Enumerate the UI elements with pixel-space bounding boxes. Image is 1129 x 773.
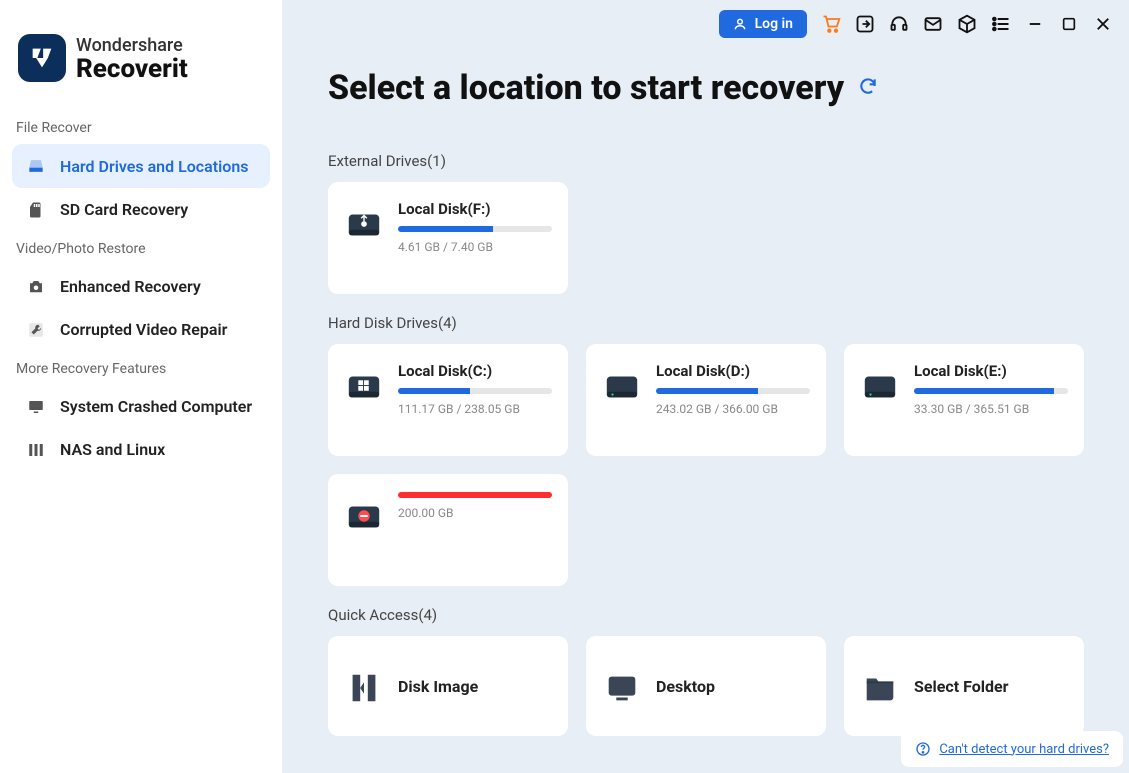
quick-title: Select Folder bbox=[914, 677, 1068, 696]
drive-title: Local Disk(C:) bbox=[398, 362, 552, 380]
usage-bar bbox=[656, 388, 810, 394]
cart-icon[interactable] bbox=[821, 14, 841, 34]
brand-logo-icon bbox=[18, 34, 66, 82]
topbar: Log in bbox=[282, 0, 1129, 40]
drive-title: Local Disk(D:) bbox=[656, 362, 810, 380]
detect-help[interactable]: Can't detect your hard drives? bbox=[901, 731, 1123, 767]
main-area: Log in bbox=[282, 0, 1129, 773]
drive-card-hdd-0[interactable]: Local Disk(C:) 111.17 GB / 238.05 GB bbox=[328, 344, 568, 456]
maximize-icon[interactable] bbox=[1059, 14, 1079, 34]
quick-title: Disk Image bbox=[398, 677, 552, 696]
drive-icon bbox=[344, 366, 384, 406]
quick-icon bbox=[860, 668, 900, 708]
help-icon bbox=[915, 741, 931, 757]
drive-sub: 243.02 GB / 366.00 GB bbox=[656, 402, 810, 416]
sidebar-item-label: Hard Drives and Locations bbox=[60, 157, 248, 176]
content: External Drives(1) Local Disk(F:) 4.61 G… bbox=[282, 118, 1129, 736]
cube-icon[interactable] bbox=[957, 14, 977, 34]
group-head-quick: Quick Access(4) bbox=[328, 606, 1089, 624]
sidebar-item-enhanced[interactable]: Enhanced Recovery bbox=[12, 265, 270, 308]
sidebar-item-label: SD Card Recovery bbox=[60, 200, 188, 219]
quick-icon bbox=[602, 668, 642, 708]
drive-sub: 200.00 GB bbox=[398, 506, 552, 520]
sidebar-item-label: System Crashed Computer bbox=[60, 397, 252, 416]
sidebar-item-label: Enhanced Recovery bbox=[60, 277, 201, 296]
user-icon bbox=[733, 17, 747, 31]
brand-line1: Wondershare bbox=[76, 35, 188, 56]
sidebar-item-sd-card[interactable]: SD Card Recovery bbox=[12, 188, 270, 231]
drive-icon bbox=[344, 496, 384, 536]
sd-card-icon bbox=[26, 201, 46, 219]
mail-icon[interactable] bbox=[923, 14, 943, 34]
drive-title: Local Disk(F:) bbox=[398, 200, 552, 218]
sidebar-item-corrupted[interactable]: Corrupted Video Repair bbox=[12, 308, 270, 351]
sidebar-item-nas[interactable]: NAS and Linux bbox=[12, 428, 270, 471]
drive-sub: 4.61 GB / 7.40 GB bbox=[398, 240, 552, 254]
drive-card-hdd-1[interactable]: Local Disk(D:) 243.02 GB / 366.00 GB bbox=[586, 344, 826, 456]
sidebar-item-crashed[interactable]: System Crashed Computer bbox=[12, 385, 270, 428]
quick-icon bbox=[344, 668, 384, 708]
import-icon[interactable] bbox=[855, 14, 875, 34]
sidebar-item-label: Corrupted Video Repair bbox=[60, 320, 227, 339]
close-icon[interactable] bbox=[1093, 14, 1113, 34]
camera-icon bbox=[26, 278, 46, 296]
group-head-hdd: Hard Disk Drives(4) bbox=[328, 314, 1089, 332]
drive-card-external-0[interactable]: Local Disk(F:) 4.61 GB / 7.40 GB bbox=[328, 182, 568, 294]
sidebar: Wondershare Recoverit File Recover Hard … bbox=[0, 0, 282, 773]
sidebar-item-hard-drives[interactable]: Hard Drives and Locations bbox=[12, 144, 270, 188]
section-label-file-recover: File Recover bbox=[12, 110, 270, 144]
drive-icon bbox=[860, 366, 900, 406]
section-label-more: More Recovery Features bbox=[12, 351, 270, 385]
nas-icon bbox=[26, 441, 46, 459]
quick-title: Desktop bbox=[656, 677, 810, 696]
drive-title: Local Disk(E:) bbox=[914, 362, 1068, 380]
drive-sub: 111.17 GB / 238.05 GB bbox=[398, 402, 552, 416]
support-icon[interactable] bbox=[889, 14, 909, 34]
login-label: Log in bbox=[755, 16, 793, 32]
page-title: Select a location to start recovery bbox=[328, 68, 844, 108]
drive-icon bbox=[602, 366, 642, 406]
drive-icon bbox=[344, 204, 384, 244]
usage-bar bbox=[398, 226, 552, 232]
drive-icon bbox=[26, 156, 46, 176]
login-button[interactable]: Log in bbox=[719, 10, 807, 38]
quick-card-2[interactable]: Select Folder bbox=[844, 636, 1084, 736]
wrench-icon bbox=[26, 321, 46, 339]
drive-sub: 33.30 GB / 365.51 GB bbox=[914, 402, 1068, 416]
group-head-external: External Drives(1) bbox=[328, 152, 1089, 170]
section-label-video: Video/Photo Restore bbox=[12, 231, 270, 265]
quick-card-0[interactable]: Disk Image bbox=[328, 636, 568, 736]
usage-bar bbox=[914, 388, 1068, 394]
brand-line2: Recoverit bbox=[76, 56, 188, 82]
sidebar-item-label: NAS and Linux bbox=[60, 440, 165, 459]
drive-card-hdd-2[interactable]: Local Disk(E:) 33.30 GB / 365.51 GB bbox=[844, 344, 1084, 456]
refresh-icon[interactable] bbox=[858, 76, 878, 100]
quick-card-1[interactable]: Desktop bbox=[586, 636, 826, 736]
usage-bar bbox=[398, 492, 552, 498]
brand: Wondershare Recoverit bbox=[12, 20, 270, 110]
detect-help-link[interactable]: Can't detect your hard drives? bbox=[939, 742, 1109, 757]
usage-bar bbox=[398, 388, 552, 394]
list-icon[interactable] bbox=[991, 14, 1011, 34]
minimize-icon[interactable] bbox=[1025, 14, 1045, 34]
monitor-icon bbox=[26, 398, 46, 416]
drive-card-hdd-3[interactable]: 200.00 GB bbox=[328, 474, 568, 586]
